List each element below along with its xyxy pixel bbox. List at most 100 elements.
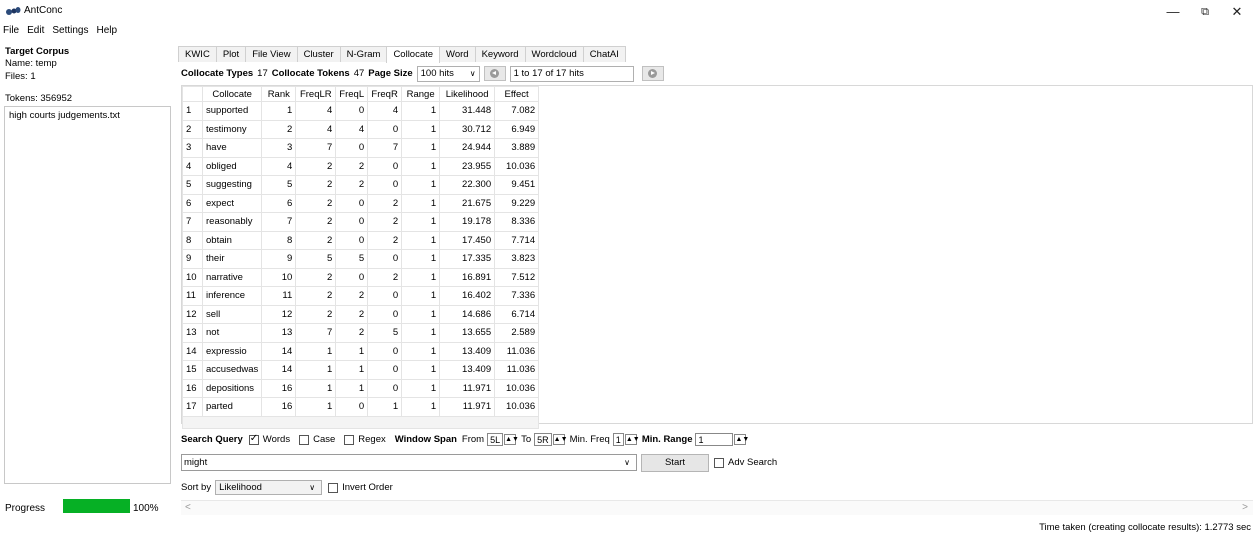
column-header[interactable]: Collocate	[201, 86, 263, 102]
table-cell: 2	[295, 304, 337, 324]
table-cell: 0	[367, 249, 403, 269]
table-cell: 2	[367, 267, 403, 287]
table-row[interactable]: 8 obtain 8 2 0 2 1 17.450 7.714	[182, 230, 540, 250]
min-range-field[interactable]: 1	[695, 433, 734, 446]
from-span-spinner[interactable]: ▲▼	[504, 434, 519, 445]
regex-checkbox[interactable]	[344, 434, 355, 445]
table-row[interactable]: 11 inference 11 2 2 0 1 16.402 7.336	[182, 286, 540, 306]
table-cell: 0	[367, 378, 403, 398]
table-cell: 1	[401, 323, 441, 343]
table-empty-row	[181, 415, 540, 429]
table-row[interactable]: 13 not 13 7 2 5 1 13.655 2.589	[182, 323, 540, 343]
row-number: 2	[182, 119, 203, 139]
tab-chatai[interactable]: ChatAI	[582, 46, 626, 62]
menu-file[interactable]: File	[0, 24, 23, 38]
horizontal-scrollbar[interactable]: < >	[181, 500, 1253, 515]
page-size-select[interactable]: 100 hits ∨	[416, 65, 480, 82]
file-list-item[interactable]: high courts judgements.txt	[9, 110, 120, 121]
to-span-spinner[interactable]: ▲▼	[552, 434, 568, 445]
invert-order-checkbox[interactable]	[328, 482, 339, 493]
table-row[interactable]: 15 accusedwas 14 1 1 0 1 13.409 11.036	[182, 360, 540, 380]
table-row[interactable]: 7 reasonably 7 2 0 2 1 19.178 8.336	[182, 212, 540, 232]
table-row[interactable]: 14 expressio 14 1 1 0 1 13.409 11.036	[182, 341, 540, 361]
table-header-row: Collocate Rank FreqLR FreqL FreqR Range Likeli…	[182, 86, 540, 102]
tab-plot[interactable]: Plot	[215, 46, 247, 62]
page-size-label: Page Size	[368, 68, 413, 79]
column-header[interactable]: FreqR	[367, 86, 403, 102]
corpus-file-list[interactable]: high courts judgements.txt	[4, 106, 171, 484]
row-number: 8	[182, 230, 203, 250]
start-button[interactable]: Start	[641, 454, 709, 472]
target-corpus-heading: Target Corpus	[5, 46, 70, 57]
min-freq-spinner[interactable]: ▲▼	[624, 434, 640, 445]
table-cell: 4	[367, 101, 403, 121]
table-cell: 0	[335, 193, 369, 213]
to-span-field[interactable]: 5R	[534, 433, 552, 446]
words-checkbox[interactable]	[248, 433, 259, 445]
previous-page-button[interactable]	[483, 66, 506, 81]
column-header[interactable]: FreqL	[335, 86, 369, 102]
table-cell: 1	[401, 267, 441, 287]
menu-settings[interactable]: Settings	[48, 24, 92, 38]
table-row[interactable]: 1 supported 1 4 0 4 1 31.448 7.082	[182, 101, 540, 121]
table-cell: 1	[401, 249, 441, 269]
table-row[interactable]: 12 sell 12 2 2 0 1 14.686 6.714	[182, 304, 540, 324]
minimize-button[interactable]: —	[1163, 4, 1183, 20]
tab-wordcloud[interactable]: Wordcloud	[524, 46, 584, 62]
scroll-left-icon[interactable]: <	[185, 502, 191, 513]
table-cell: 2	[261, 119, 297, 139]
table-cell: 16.891	[439, 267, 496, 287]
restore-button[interactable]: ⧉	[1195, 4, 1215, 20]
table-cell: 7	[295, 323, 337, 343]
column-header[interactable]: Rank	[261, 86, 297, 102]
adv-search-checkbox[interactable]	[714, 457, 724, 468]
tab-n-gram[interactable]: N-Gram	[339, 46, 388, 62]
table-cell: 7	[295, 138, 337, 158]
table-row[interactable]: 17 parted 16 1 0 1 1 11.971 10.036	[182, 397, 540, 417]
column-header[interactable]: Range	[401, 86, 441, 102]
tab-file-view[interactable]: File View	[245, 46, 298, 62]
table-cell: 1	[401, 101, 441, 121]
close-button[interactable]: ✕	[1227, 4, 1247, 20]
chevron-down-icon[interactable]: ∨	[620, 455, 634, 470]
column-header[interactable]: Effect	[494, 86, 540, 102]
invert-order-label: Invert Order	[342, 482, 393, 493]
table-row[interactable]: 5 suggesting 5 2 2 0 1 22.300 9.451	[182, 175, 540, 195]
table-cell: expressio	[201, 341, 263, 361]
table-row[interactable]: 2 testimony 2 4 4 0 1 30.712 6.949	[182, 119, 540, 139]
min-range-spinner[interactable]: ▲▼	[734, 434, 749, 445]
scroll-right-icon[interactable]: >	[1242, 502, 1248, 513]
column-header[interactable]	[182, 86, 203, 102]
from-span-field[interactable]: 5L	[487, 433, 504, 446]
row-number: 11	[182, 286, 203, 306]
column-header[interactable]: Likelihood	[439, 86, 496, 102]
table-row[interactable]: 4 obliged 4 2 2 0 1 23.955 10.036	[182, 156, 540, 176]
min-freq-field[interactable]: 1	[612, 433, 624, 446]
table-cell: 2	[335, 156, 369, 176]
page-size-value: 100 hits	[420, 68, 454, 79]
table-row[interactable]: 6 expect 6 2 0 2 1 21.675 9.229	[182, 193, 540, 213]
table-row[interactable]: 9 their 9 5 5 0 1 17.335 3.823	[182, 249, 540, 269]
table-row[interactable]: 10 narrative 10 2 0 2 1 16.891 7.512	[182, 267, 540, 287]
sort-by-select[interactable]: Likelihood ∨	[215, 480, 323, 495]
table-cell: obtain	[201, 230, 263, 250]
table-cell: 2	[367, 212, 403, 232]
tab-word[interactable]: Word	[439, 46, 476, 62]
menu-help[interactable]: Help	[93, 24, 122, 38]
menu-edit[interactable]: Edit	[23, 24, 48, 38]
tab-collocate[interactable]: Collocate	[386, 46, 441, 63]
search-query-input[interactable]: might	[181, 454, 637, 471]
tab-cluster[interactable]: Cluster	[296, 46, 341, 62]
table-cell: reasonably	[201, 212, 263, 232]
table-row[interactable]: 3 have 3 7 0 7 1 24.944 3.889	[182, 138, 540, 158]
tab-keyword[interactable]: Keyword	[474, 46, 526, 62]
table-cell: 7.336	[494, 286, 540, 306]
results-area[interactable]: Collocate Rank FreqLR FreqL FreqR Range Likeli…	[181, 85, 1253, 429]
adv-search-toggle[interactable]: Adv Search	[714, 457, 777, 468]
column-header[interactable]: FreqLR	[295, 86, 337, 102]
next-page-button[interactable]	[641, 66, 664, 81]
tab-kwic[interactable]: KWIC	[178, 46, 217, 62]
table-row[interactable]: 16 depositions 16 1 1 0 1 11.971 10.036	[182, 378, 540, 398]
table-cell: 1	[401, 119, 441, 139]
case-checkbox[interactable]	[299, 434, 310, 445]
